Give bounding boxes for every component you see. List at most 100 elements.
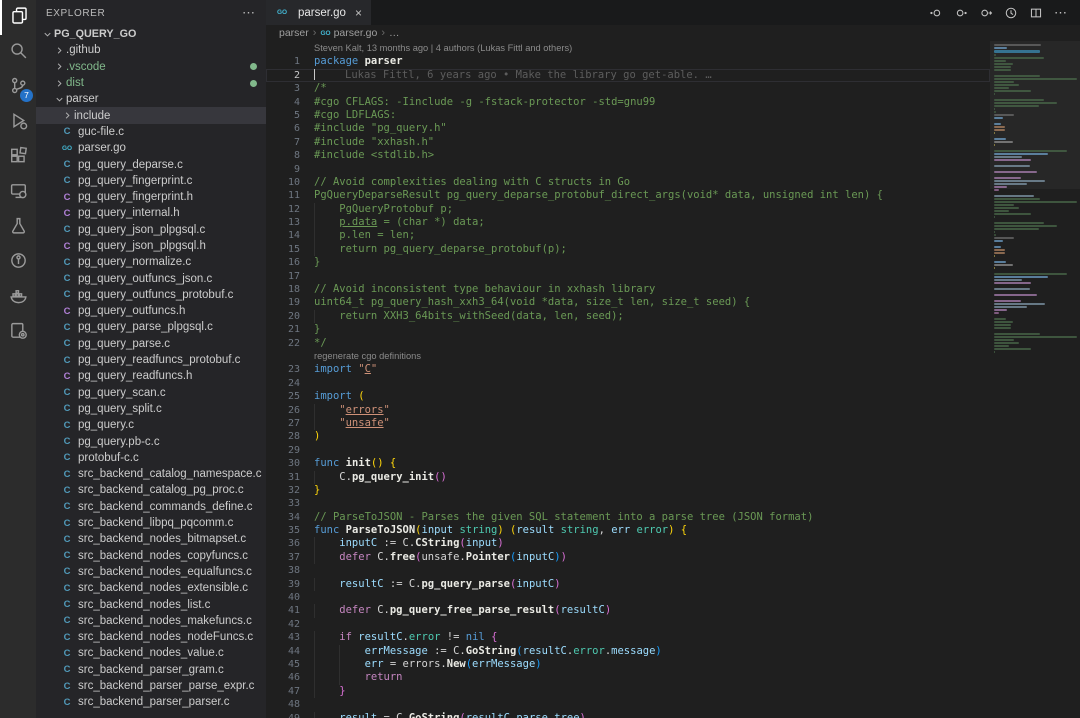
tree-item-src-backend-nodes-extensible-c[interactable]: Csrc_backend_nodes_extensible.c [36, 580, 266, 596]
code-line-35[interactable]: 35func ParseToJSON(input string) (result… [266, 524, 990, 537]
tree-item-guc-file-c[interactable]: Cguc-file.c [36, 124, 266, 140]
code-line-21[interactable]: 21} [266, 323, 990, 336]
code-line-47[interactable]: 47 } [266, 685, 990, 698]
code-line-31[interactable]: 31 C.pg_query_init() [266, 471, 990, 484]
breadcrumb-item-2[interactable]: GOparser.go [320, 27, 377, 39]
tree-item-src-backend-nodes-makefuncs-c[interactable]: Csrc_backend_nodes_makefuncs.c [36, 613, 266, 629]
code-line-46[interactable]: 46 return [266, 671, 990, 684]
code-line-23[interactable]: 23import "C" [266, 363, 990, 376]
tree-item-dist[interactable]: dist [36, 75, 266, 91]
tree-item-pg-query-pb-c-c[interactable]: Cpg_query.pb-c.c [36, 433, 266, 449]
code-line-16[interactable]: 16} [266, 256, 990, 269]
tree-item-pg-query-outfuncs-h[interactable]: Cpg_query_outfuncs.h [36, 303, 266, 319]
codelens[interactable]: Steven Kalt, 13 months ago | 4 authors (… [266, 42, 990, 55]
code-line-27[interactable]: 27 "unsafe" [266, 417, 990, 430]
code-line-34[interactable]: 34// ParseToJSON - Parses the given SQL … [266, 511, 990, 524]
tree-item-pg-query-c[interactable]: Cpg_query.c [36, 417, 266, 433]
tree-item-pg-query-json-plpgsql-c[interactable]: Cpg_query_json_plpgsql.c [36, 222, 266, 238]
code-line-19[interactable]: 19uint64_t pg_query_hash_xxh3_64(void *d… [266, 296, 990, 309]
code-line-39[interactable]: 39 resultC := C.pg_query_parse(inputC) [266, 578, 990, 591]
code-line-13[interactable]: 13 p.data = (char *) data; [266, 216, 990, 229]
activity-item-run-debug[interactable] [0, 105, 36, 140]
editor-more-actions-icon[interactable]: ⋯ [1054, 5, 1068, 21]
tree-item-pg-query-outfuncs-json-c[interactable]: Cpg_query_outfuncs_json.c [36, 270, 266, 286]
code-line-37[interactable]: 37 defer C.free(unsafe.Pointer(inputC)) [266, 551, 990, 564]
code-line-32[interactable]: 32} [266, 484, 990, 497]
tree-item-pg-query-json-plpgsql-h[interactable]: Cpg_query_json_plpgsql.h [36, 238, 266, 254]
code-line-38[interactable]: 38 [266, 564, 990, 577]
code-line-42[interactable]: 42 [266, 618, 990, 631]
tree-item-pg-query-readfuncs-protobuf-c[interactable]: Cpg_query_readfuncs_protobuf.c [36, 352, 266, 368]
activity-item-remote-explorer[interactable] [0, 175, 36, 210]
code-line-4[interactable]: 4#cgo CFLAGS: -Iinclude -g -fstack-prote… [266, 96, 990, 109]
activity-item-extensions[interactable] [0, 140, 36, 175]
code-line-8[interactable]: 8#include <stdlib.h> [266, 149, 990, 162]
code-line-11[interactable]: 11PgQueryDeparseResult pg_query_deparse_… [266, 189, 990, 202]
activity-item-docker[interactable] [0, 280, 36, 315]
code-line-49[interactable]: 49 result = C.GoString(resultC.parse_tre… [266, 712, 990, 718]
activity-item-testing[interactable] [0, 210, 36, 245]
code-editor[interactable]: Steven Kalt, 13 months ago | 4 authors (… [266, 41, 990, 718]
code-line-14[interactable]: 14 p.len = len; [266, 229, 990, 242]
tree-item-src-backend-nodes-list-c[interactable]: Csrc_backend_nodes_list.c [36, 596, 266, 612]
code-line-20[interactable]: 20 return XXH3_64bits_withSeed(data, len… [266, 310, 990, 323]
tree-item-pg-query-readfuncs-h[interactable]: Cpg_query_readfuncs.h [36, 368, 266, 384]
code-line-43[interactable]: 43 if resultC.error != nil { [266, 631, 990, 644]
tree-item-protobuf-c-c[interactable]: Cprotobuf-c.c [36, 450, 266, 466]
tab-close-icon[interactable]: × [355, 6, 362, 20]
tree-item-include[interactable]: include [36, 107, 266, 123]
tree-item-src-backend-nodes-copyfuncs-c[interactable]: Csrc_backend_nodes_copyfuncs.c [36, 548, 266, 564]
tree-item-parser-go[interactable]: GOparser.go [36, 140, 266, 156]
tree-item-pg-query-deparse-c[interactable]: Cpg_query_deparse.c [36, 156, 266, 172]
minimap[interactable] [990, 41, 1080, 718]
tree-item-src-backend-nodes-bitmapset-c[interactable]: Csrc_backend_nodes_bitmapset.c [36, 531, 266, 547]
code-line-24[interactable]: 24 [266, 377, 990, 390]
tree-item-src-backend-nodes-nodefuncs-c[interactable]: Csrc_backend_nodes_nodeFuncs.c [36, 629, 266, 645]
tree-item-pg-query-split-c[interactable]: Cpg_query_split.c [36, 401, 266, 417]
tree-item-src-backend-parser-gram-c[interactable]: Csrc_backend_parser_gram.c [36, 662, 266, 678]
code-line-5[interactable]: 5#cgo LDFLAGS: [266, 109, 990, 122]
tree-item-pg-query-go[interactable]: PG_QUERY_GO [36, 26, 266, 42]
code-line-22[interactable]: 22*/ [266, 337, 990, 350]
tree-item-src-backend-catalog-pg-proc-c[interactable]: Csrc_backend_catalog_pg_proc.c [36, 482, 266, 498]
code-line-3[interactable]: 3/* [266, 82, 990, 95]
code-line-15[interactable]: 15 return pg_query_deparse_protobuf(p); [266, 243, 990, 256]
code-line-10[interactable]: 10// Avoid complexities dealing with C s… [266, 176, 990, 189]
code-line-1[interactable]: 1package parser [266, 55, 990, 68]
code-line-33[interactable]: 33 [266, 497, 990, 510]
tree-item-src-backend-parser-parse-expr-c[interactable]: Csrc_backend_parser_parse_expr.c [36, 678, 266, 694]
code-line-30[interactable]: 30func init() { [266, 457, 990, 470]
code-line-48[interactable]: 48 [266, 698, 990, 711]
tree-item--github[interactable]: .github [36, 42, 266, 58]
tree-item-pg-query-parse-c[interactable]: Cpg_query_parse.c [36, 336, 266, 352]
code-line-9[interactable]: 9 [266, 163, 990, 176]
explorer-more-actions-icon[interactable]: ⋯ [242, 5, 256, 21]
gitlens-open-changes-icon[interactable] [954, 6, 968, 20]
split-editor-icon[interactable] [1029, 6, 1043, 20]
code-line-2[interactable]: 2Lukas Fittl, 6 years ago • Make the lib… [266, 69, 990, 82]
code-line-28[interactable]: 28) [266, 430, 990, 443]
code-line-26[interactable]: 26 "errors" [266, 404, 990, 417]
breadcrumb-item-3[interactable]: … [389, 27, 400, 39]
activity-item-explorer[interactable] [0, 0, 36, 35]
tree-item-pg-query-normalize-c[interactable]: Cpg_query_normalize.c [36, 254, 266, 270]
activity-item-gitlens[interactable] [0, 245, 36, 280]
code-line-40[interactable]: 40 [266, 591, 990, 604]
tree-item-pg-query-internal-h[interactable]: Cpg_query_internal.h [36, 205, 266, 221]
code-line-44[interactable]: 44 errMessage := C.GoString(resultC.erro… [266, 645, 990, 658]
tree-item-pg-query-scan-c[interactable]: Cpg_query_scan.c [36, 385, 266, 401]
tree-item-src-backend-parser-parser-c[interactable]: Csrc_backend_parser_parser.c [36, 694, 266, 710]
tree-item-src-backend-libpq-pqcomm-c[interactable]: Csrc_backend_libpq_pqcomm.c [36, 515, 266, 531]
timeline-icon[interactable] [1004, 6, 1018, 20]
activity-item-source-control[interactable]: 7 [0, 70, 36, 105]
tree-item-src-backend-commands-define-c[interactable]: Csrc_backend_commands_define.c [36, 499, 266, 515]
breadcrumb-item-1[interactable]: parser [279, 27, 309, 39]
code-line-12[interactable]: 12 PgQueryProtobuf p; [266, 203, 990, 216]
code-line-25[interactable]: 25import ( [266, 390, 990, 403]
tree-item-parser[interactable]: parser [36, 91, 266, 107]
tree-item-src-backend-nodes-value-c[interactable]: Csrc_backend_nodes_value.c [36, 645, 266, 661]
tree-item-src-backend-catalog-namespace-c[interactable]: Csrc_backend_catalog_namespace.c [36, 466, 266, 482]
tree-item--vscode[interactable]: .vscode [36, 59, 266, 75]
tab-parser-go[interactable]: GO parser.go × [266, 0, 371, 25]
code-line-18[interactable]: 18// Avoid inconsistent type behaviour i… [266, 283, 990, 296]
